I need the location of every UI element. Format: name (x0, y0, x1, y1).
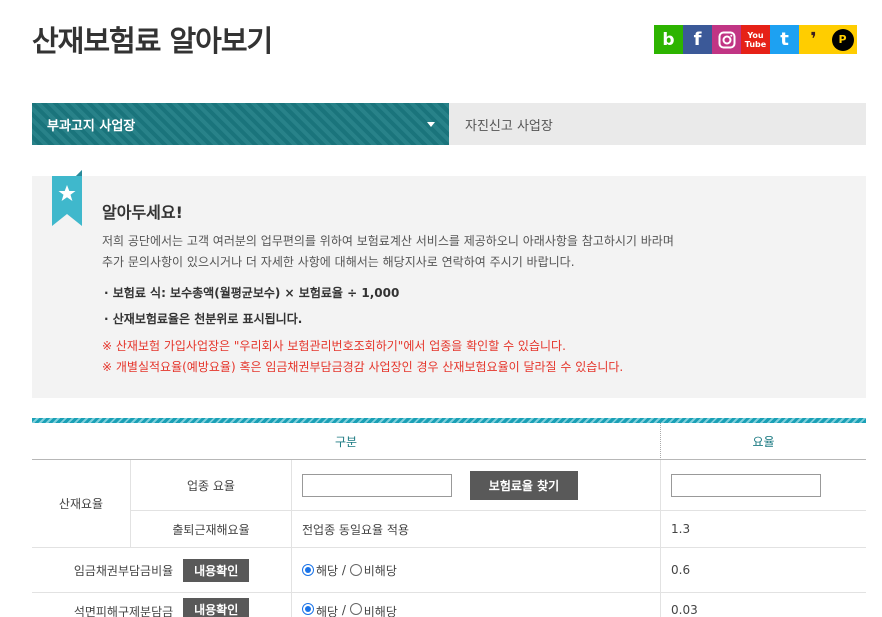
youtube-icon[interactable]: You Tube (741, 25, 770, 54)
naver-post-icon[interactable]: P (828, 25, 857, 54)
wage-claim-no-radio[interactable] (349, 564, 362, 576)
youtube-label-bottom: Tube (744, 39, 767, 49)
row-commute-rate-desc: 전업종 동일요율 적용 (292, 511, 660, 548)
column-header-category: 구분 (32, 423, 660, 460)
rate-unit-note: · 산재보험료율은 천분위로 표시됩니다. (104, 312, 303, 326)
column-header-rate: 요율 (660, 423, 866, 460)
row-wage-claim-label-cell: 임금채권부담금비율 내용확인 (32, 548, 291, 593)
asbestos-yes-label: 해당 (316, 605, 339, 617)
notice-description: 저희 공단에서는 고객 여러분의 업무편의를 위하여 보험료계산 서비스를 제공… (102, 231, 822, 273)
warning-note-2: ※ 개별실적요율(예방요율) 혹은 임금채권부담금경감 사업장인 경우 산재보험… (102, 360, 624, 374)
kakaostory-icon[interactable]: ❜ (799, 25, 828, 54)
row-commute-rate-label: 출퇴근재해요율 (131, 511, 291, 548)
row-asbestos-options: 해당 / 비해당 (292, 593, 660, 617)
row-asbestos-value: 0.03 (671, 603, 698, 617)
wage-claim-yes-radio[interactable] (302, 564, 314, 576)
caret-down-icon (427, 122, 435, 127)
find-rate-button[interactable]: 보험료율 찾기 (470, 471, 578, 500)
tab-self-report-workplace-label: 자진신고 사업장 (465, 118, 553, 134)
twitter-icon[interactable]: t (770, 25, 799, 54)
wage-claim-check-button[interactable]: 내용확인 (183, 558, 250, 582)
row-asbestos-label: 석면피해구제분담금 (73, 605, 174, 617)
asbestos-check-button[interactable]: 내용확인 (183, 598, 250, 617)
asbestos-no-radio[interactable] (349, 603, 362, 615)
row-wage-claim-label: 임금채권부담금비율 (73, 563, 174, 578)
tab-imposed-workplace[interactable]: 부과고지 사업장 (32, 103, 449, 145)
row-wage-claim-options: 해당 / 비해당 (292, 548, 660, 593)
sns-links: b f You Tube t ❜ P (654, 25, 857, 54)
asbestos-yes-radio[interactable] (302, 603, 314, 615)
radio-separator: / (338, 563, 350, 577)
wage-claim-yes-label: 해당 (316, 563, 339, 578)
premium-formula: · 보험료 식: 보수총액(월평균보수) × 보험료율 ÷ 1,000 (104, 286, 400, 300)
naver-blog-icon[interactable]: b (654, 25, 683, 54)
radio-separator: / (338, 603, 350, 617)
notice-desc-line1: 저희 공단에서는 고객 여러분의 업무편의를 위하여 보험료계산 서비스를 제공… (102, 234, 674, 248)
row-asbestos-label-cell: 석면피해구제분담금 내용확인 (32, 593, 291, 617)
page-title: 산재보험료 알아보기 (32, 24, 273, 58)
post-label: P (831, 28, 854, 51)
notice-desc-line2: 추가 문의사항이 있으시거나 더 자세한 사항에 대해서는 해당지사로 연락하여… (102, 255, 575, 269)
notice-heading: 알아두세요! (102, 203, 183, 222)
row-industry-rate-label: 업종 요율 (131, 460, 291, 511)
row-wage-claim-value: 0.6 (661, 548, 866, 593)
industry-rate-search-input[interactable] (302, 474, 452, 497)
tab-self-report-workplace[interactable]: 자진신고 사업장 (449, 103, 866, 145)
workplace-tabs: 부과고지 사업장 자진신고 사업장 (32, 103, 866, 145)
row-commute-rate-value: 1.3 (661, 511, 866, 548)
tab-imposed-workplace-label: 부과고지 사업장 (47, 118, 136, 134)
star-bookmark-icon (52, 170, 82, 226)
asbestos-no-label: 비해당 (363, 605, 397, 617)
group-label-industrial-rate: 산재요율 (32, 460, 130, 548)
notice-box: 알아두세요! 저희 공단에서는 고객 여러분의 업무편의를 위하여 보험료계산 … (32, 170, 866, 398)
youtube-label-top: You (747, 30, 764, 40)
wage-claim-no-label: 비해당 (363, 563, 397, 578)
facebook-icon[interactable]: f (683, 25, 712, 54)
instagram-icon[interactable] (712, 25, 741, 54)
industry-rate-value-input[interactable] (671, 474, 821, 497)
warning-note-1: ※ 산재보험 가입사업장은 "우리회사 보험관리번호조회하기"에서 업종을 확인… (102, 339, 566, 353)
